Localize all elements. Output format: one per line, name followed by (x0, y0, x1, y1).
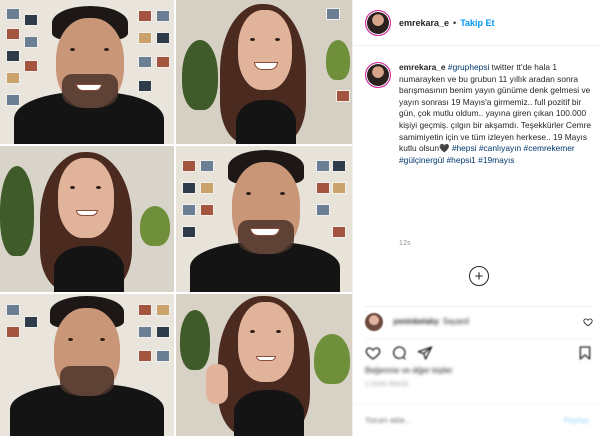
photo-woman-bottom-right (176, 294, 352, 436)
header-username[interactable]: emrekara_e (399, 18, 449, 28)
heart-icon[interactable] (365, 345, 381, 361)
post-caption: emrekara_e #gruphepsi twitter tt'de hala… (365, 62, 593, 166)
comment-text: Sayanil (442, 317, 470, 326)
caption-body: twitter tt'de hala 1 numarayken ve bu gr… (399, 62, 592, 154)
comment-row: yeninbelalıy Sayanil (365, 306, 593, 332)
caption-time: 12s (399, 240, 411, 247)
post-media-collage[interactable] (0, 0, 352, 436)
hashtag-link[interactable]: #canlıyayın (479, 143, 521, 153)
post-date: 1 GÜN ÖNCE (365, 381, 409, 388)
hashtag-link[interactable]: #cemrekemer (524, 143, 575, 153)
caption-text-block: emrekara_e #gruphepsi twitter tt'de hala… (399, 62, 593, 166)
hand (206, 364, 228, 404)
photo-man-middle-right (176, 146, 352, 292)
plus-icon: + (474, 267, 484, 285)
load-more-comments-button[interactable]: + (469, 266, 489, 286)
comment-like-heart-icon[interactable] (583, 317, 593, 327)
photo-man-top-left (0, 0, 174, 144)
follow-button[interactable]: Takip Et (460, 18, 494, 28)
avatar[interactable] (365, 9, 391, 36)
photo-woman-top-right (176, 0, 352, 144)
caption-avatar[interactable] (365, 62, 391, 88)
hashtag-link[interactable]: #hepsi1 (447, 155, 476, 165)
hashtag-link[interactable]: #hepsi (452, 143, 477, 153)
post-comment-button[interactable]: Paylaş (564, 416, 589, 425)
comment-input[interactable] (365, 416, 564, 425)
photo-man-bottom-left (0, 294, 174, 436)
post-header: emrekara_e • Takip Et (353, 0, 600, 46)
caption-username[interactable]: emrekara_e (399, 62, 446, 72)
comment-icon[interactable] (391, 345, 407, 361)
hashtag-link[interactable]: #gülçinergül (399, 155, 444, 165)
post-side-panel: emrekara_e • Takip Et emrekara_e #gruphe… (352, 0, 600, 436)
likes-summary[interactable]: Beğenme ve diğer kişiler (365, 366, 453, 375)
hashtag-link[interactable]: #19mayıs (478, 155, 514, 165)
share-icon[interactable] (417, 345, 433, 361)
header-separator: • (453, 17, 457, 28)
comment-username[interactable]: yeninbelalıy (393, 317, 439, 326)
add-comment-bar: Paylaş (353, 404, 600, 436)
post-actions-bar (365, 338, 593, 360)
photo-woman-middle-left (0, 146, 174, 292)
caption-mention[interactable]: #gruphepsi (448, 62, 489, 72)
caption-heart: 🖤 (439, 143, 450, 154)
bookmark-icon[interactable] (577, 345, 593, 361)
comment-avatar[interactable] (365, 312, 383, 331)
